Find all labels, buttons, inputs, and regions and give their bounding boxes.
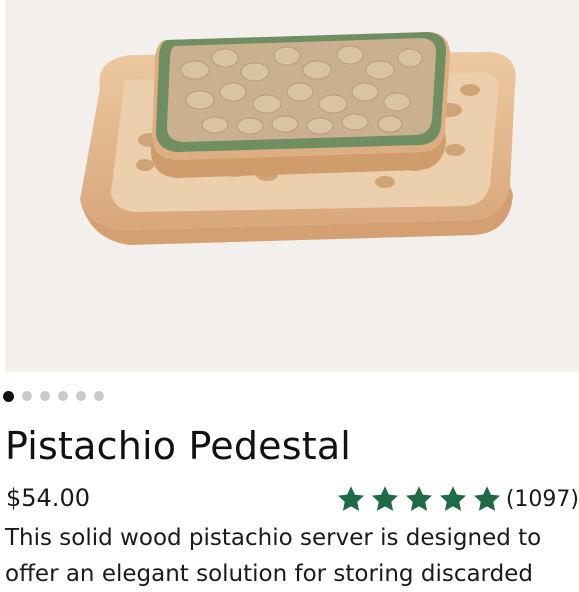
carousel-dot[interactable] (22, 391, 32, 401)
carousel-pagination (0, 389, 104, 403)
product-price: $54.00 (6, 484, 90, 512)
star-icon (336, 484, 366, 514)
carousel-dot[interactable] (94, 391, 104, 401)
carousel-dot-active[interactable] (3, 390, 14, 402)
star-icon (438, 484, 468, 514)
carousel-dot[interactable] (40, 391, 50, 401)
product-description: This solid wood pistachio server is desi… (5, 525, 542, 587)
star-icon (472, 484, 502, 514)
review-count[interactable]: (1097) (506, 487, 579, 512)
star-icon (370, 484, 400, 514)
carousel-dot[interactable] (58, 391, 68, 401)
star-icon (404, 484, 434, 514)
carousel-dot[interactable] (76, 391, 86, 401)
product-rating[interactable]: (1097) (332, 484, 579, 514)
product-image[interactable] (5, 0, 579, 372)
product-title: Pistachio Pedestal (5, 424, 352, 468)
